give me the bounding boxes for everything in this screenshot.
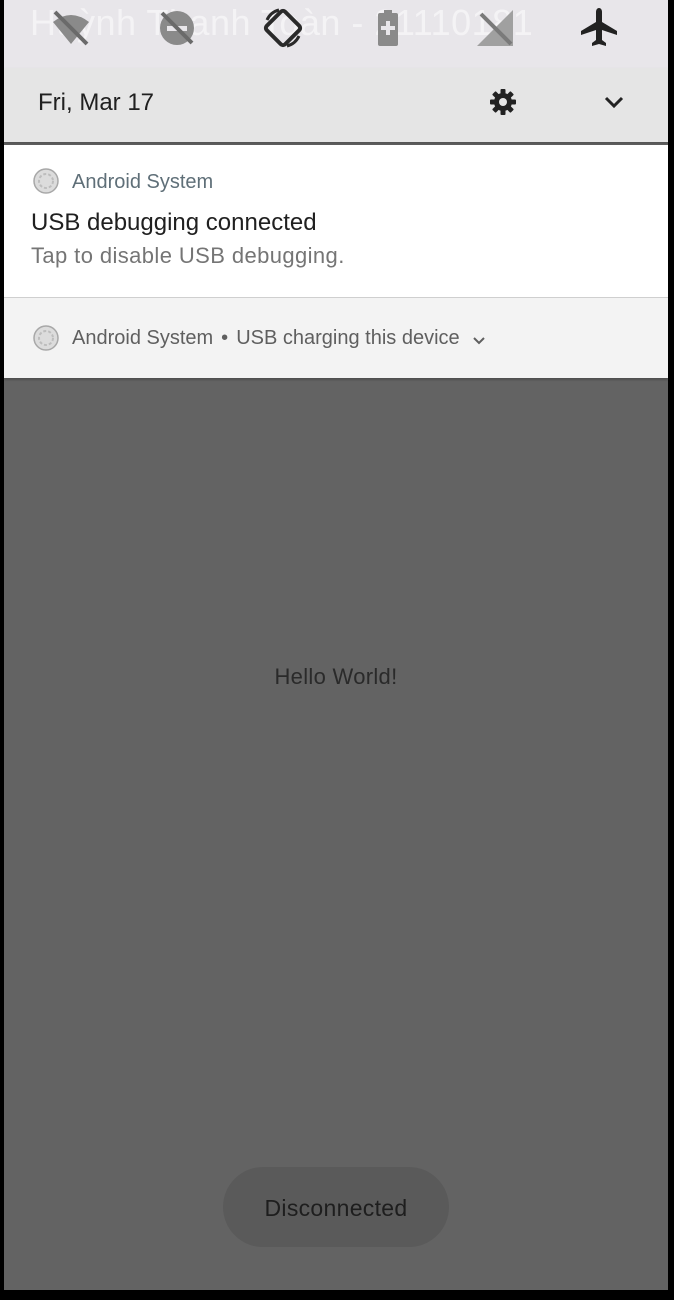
notification-title: USB debugging connected [31, 209, 317, 236]
notification-text: USB charging this device [236, 327, 460, 349]
notification-usb-debugging[interactable]: Android System USB debugging connected T… [4, 145, 668, 298]
hello-world-text: Hello World! [274, 664, 398, 689]
mobile-data-off-icon[interactable] [471, 4, 519, 52]
notification-app-name: Android System [72, 171, 214, 193]
auto-rotate-icon[interactable] [259, 4, 307, 52]
toast-message: Disconnected [223, 1167, 449, 1247]
notification-summary: Android System • USB charging this device [72, 327, 487, 350]
device-screen: Huỳnh Thanh Toàn - 21110181 Fri, Mar 17 … [4, 0, 668, 1290]
wifi-off-icon[interactable] [47, 4, 95, 52]
notification-usb-charging[interactable]: Android System • USB charging this device [4, 298, 668, 378]
airplane-mode-icon[interactable] [575, 4, 623, 52]
battery-saver-icon[interactable] [364, 4, 412, 52]
notification-shade-header: Fri, Mar 17 [4, 68, 668, 142]
do-not-disturb-icon[interactable] [153, 4, 201, 52]
quick-settings-row: Huỳnh Thanh Toàn - 21110181 [4, 0, 668, 68]
android-system-icon [33, 168, 59, 194]
separator-dot: • [221, 327, 229, 349]
gear-icon[interactable] [488, 87, 518, 117]
notification-app-name: Android System [72, 327, 214, 349]
chevron-down-icon[interactable] [471, 331, 487, 347]
notification-text: Tap to disable USB debugging. [31, 243, 345, 268]
date-label: Fri, Mar 17 [38, 89, 155, 116]
android-system-icon [33, 325, 59, 351]
chevron-down-icon[interactable] [600, 88, 628, 116]
